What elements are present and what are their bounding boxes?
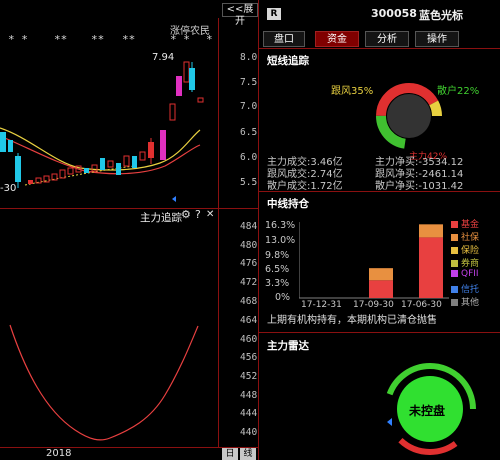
tab-handicap[interactable]: 盘口 xyxy=(263,31,305,47)
tab-capital[interactable]: 资金 xyxy=(315,31,359,47)
hold-y-tick: 3.3% xyxy=(265,278,290,289)
hold-y-tick: 0% xyxy=(275,292,291,303)
legend-insurance: 保险 xyxy=(451,243,479,256)
year-label: 2018 xyxy=(46,448,72,459)
low-price-label: -30 xyxy=(0,183,17,194)
period-day-button[interactable]: 日 xyxy=(222,448,238,460)
follow-percent: 跟风35% xyxy=(331,86,374,97)
candles xyxy=(0,61,204,188)
hold-y-tick: 13.0% xyxy=(265,235,296,246)
stock-code: 300058 xyxy=(371,7,417,20)
mid-hold-separator xyxy=(259,332,500,333)
tab-operation[interactable]: 操作 xyxy=(415,31,459,47)
holding-bar-社保-17-06-30 xyxy=(419,224,443,238)
holding-bar-基金-17-06-30 xyxy=(419,237,443,298)
legend-trust: 信托 xyxy=(451,282,479,295)
radar-title: 主力雷达 xyxy=(267,340,309,352)
legend-other: 其他 xyxy=(451,295,479,308)
tabs-separator xyxy=(259,48,500,49)
hold-x-label: 17-09-30 xyxy=(353,300,394,310)
kline-chart-area[interactable]: <<展开 涨停农民 * * ** ** ** * * * 8.0 7.5 7.0… xyxy=(0,0,258,460)
holding-bar-基金-17-09-30 xyxy=(369,280,393,298)
close-icon[interactable]: ✕ xyxy=(206,209,214,220)
price-axis-divider xyxy=(218,18,219,448)
legend-qfii: QFII xyxy=(451,269,479,280)
legend-fund: 基金 xyxy=(451,217,479,230)
tab-analysis[interactable]: 分析 xyxy=(365,31,409,47)
bottom-divider xyxy=(0,447,258,448)
hold-y-tick: 9.8% xyxy=(265,250,290,261)
rating-badge: R xyxy=(267,8,281,20)
short-track-title: 短线追踪 xyxy=(267,55,309,67)
radar-status: 未控盘 xyxy=(409,404,446,418)
hold-y-tick: 16.3% xyxy=(265,220,296,231)
retail-turnover: 散户成交:1.72亿 xyxy=(267,181,343,192)
stock-name: 蓝色光标 xyxy=(419,9,463,22)
legend-social-security: 社保 xyxy=(451,230,479,243)
expand-panel-button[interactable]: <<展开 xyxy=(222,3,258,27)
hold-y-tick: 6.5% xyxy=(265,264,290,275)
legend-broker: 券商 xyxy=(451,256,479,269)
short-track-separator xyxy=(259,191,500,192)
holding-bar-社保-17-09-30 xyxy=(369,268,393,281)
hold-note: 上期有机构持有，本期机构已清仓抛售 xyxy=(267,315,437,326)
right-panel: R 300058 蓝色光标 盘口 资金 分析 操作 短线追踪 跟风35% 散户2… xyxy=(258,0,500,460)
short-track-donut xyxy=(376,83,442,149)
holding-bar-chart xyxy=(299,222,449,299)
indicator-divider xyxy=(0,208,258,209)
hold-x-label: 17-12-31 xyxy=(301,300,342,310)
retail-net-buy: 散户净买:-1031.42 xyxy=(375,181,464,192)
period-line-button[interactable]: 线 xyxy=(240,448,256,460)
high-price-label: 7.94 xyxy=(152,52,175,63)
candlestick-svg xyxy=(0,61,204,202)
indicator-svg xyxy=(9,324,199,441)
current-marker xyxy=(172,196,176,202)
hold-x-label: 17-06-30 xyxy=(401,300,442,310)
mid-hold-title: 中线持仓 xyxy=(267,198,309,210)
main-force-line xyxy=(9,324,199,441)
